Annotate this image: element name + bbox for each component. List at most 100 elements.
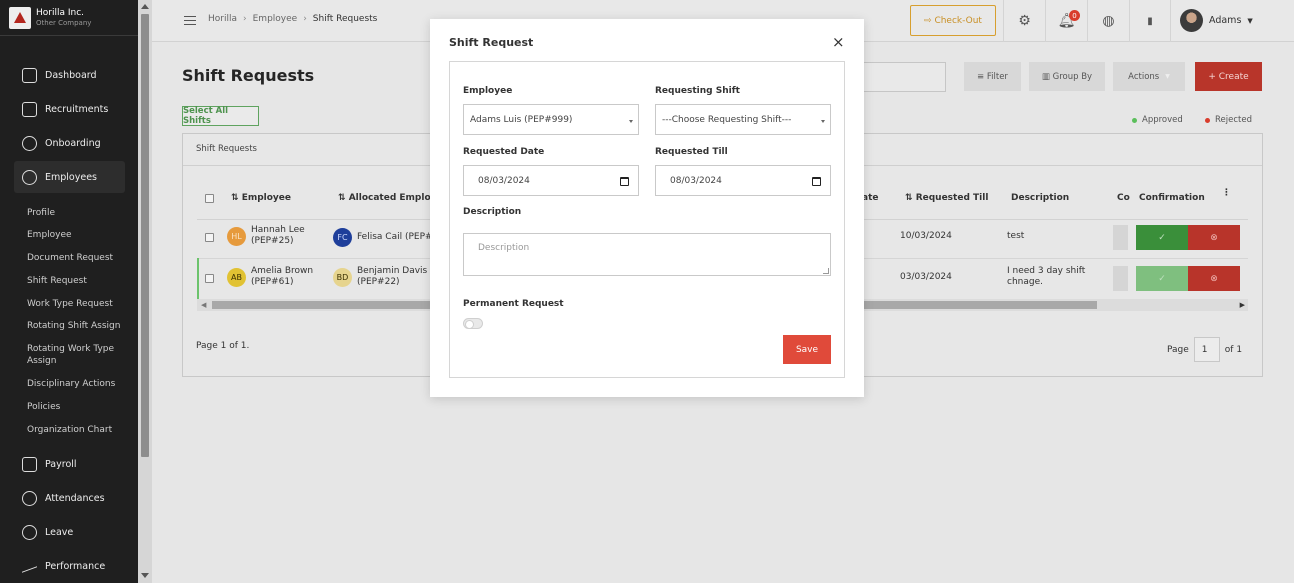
user-name: Adams [1209,15,1242,26]
column-confirmation[interactable]: Confirmation [1139,193,1205,203]
resize-handle-icon[interactable] [823,268,829,274]
more-options-icon[interactable]: ⋮ [1222,188,1231,198]
permanent-request-toggle[interactable] [463,318,483,329]
scroll-down-icon[interactable] [141,573,149,578]
close-icon[interactable]: × [832,35,845,50]
company-sub: Other Company [36,18,92,27]
language-button[interactable]: ◍ [1087,0,1129,42]
notifications-button[interactable]: 🔔︎ 0 [1045,0,1087,42]
sidebar-subitem-document-request[interactable]: Document Request [27,252,127,264]
employee-select[interactable]: Adams Luis (PEP#999) [463,104,639,135]
sidebar-item-onboarding[interactable]: Onboarding [14,127,125,159]
column-co[interactable]: Co [1117,193,1130,203]
building-icon: ▮ [1147,15,1153,27]
notification-badge: 0 [1069,10,1080,21]
sidebar-subitem-shift-request[interactable]: Shift Request [27,275,127,287]
scroll-left-icon[interactable]: ◀ [201,301,206,309]
description-textarea[interactable]: Description [463,233,831,276]
sidebar-item-employees[interactable]: Employees [14,161,125,193]
sidebar-item-leave[interactable]: Leave [14,516,125,548]
create-button[interactable]: + Create [1195,62,1262,91]
filter-button[interactable]: ≡ Filter [964,62,1021,91]
legend-approved[interactable]: Approved [1132,115,1183,125]
approve-button[interactable]: ✓ [1136,225,1188,250]
sidebar-subitem-organization-chart[interactable]: Organization Chart [27,424,127,436]
pagination-label: Page [1167,344,1189,355]
calendar-icon[interactable] [812,177,821,186]
column-date[interactable]: ate [862,193,878,203]
breadcrumb-separator: › [243,14,247,24]
group-by-button[interactable]: ▥ Group By [1029,62,1105,91]
page-number-input[interactable]: 1 [1193,337,1220,362]
sidebar-item-attendances[interactable]: Attendances [14,482,125,514]
company-logo-icon [9,6,31,29]
legend-rejected[interactable]: Rejected [1205,115,1252,125]
column-description[interactable]: Description [1011,193,1069,203]
sidebar-item-label: Payroll [45,458,77,470]
modal-title: Shift Request [449,36,534,49]
group-icon: ▥ [1041,71,1053,82]
company-button[interactable]: ▮ [1129,0,1171,42]
employee-name: Felisa Cail (PEP#9 [357,232,439,242]
panel-title: Shift Requests [196,144,257,154]
leave-icon [22,524,37,540]
sidebar-subitem-rotating-work-type-assign[interactable]: Rotating Work Type Assign [27,343,122,367]
row-checkbox[interactable] [205,233,214,242]
select-all-checkbox[interactable] [205,194,214,203]
calendar-icon[interactable] [620,177,629,186]
settings-button[interactable]: ⚙ [1003,0,1045,42]
actions-label: Actions [1128,71,1160,82]
caret-down-icon [821,120,825,123]
scroll-up-icon[interactable] [141,4,149,9]
requested-till-value: 08/03/2024 [670,175,722,186]
requested-date-label: Requested Date [463,147,545,157]
reject-button[interactable]: ⊗ [1188,266,1240,291]
permanent-request-label: Permanent Request [463,299,564,309]
column-employee[interactable]: ⇅ Employee [231,193,291,203]
employee-id: (PEP#25) [251,236,294,246]
scrollbar-thumb[interactable] [141,14,149,457]
breadcrumb-current: Shift Requests [312,14,378,24]
sidebar-scrollbar[interactable] [138,0,152,583]
save-button[interactable]: Save [783,335,831,364]
sidebar-item-payroll[interactable]: Payroll [14,448,125,480]
breadcrumb-item[interactable]: Horilla [208,14,237,24]
requested-till-input[interactable]: 08/03/2024 [655,165,831,196]
checkout-button[interactable]: ⇨ Check-Out [910,5,996,36]
allocated-employee-cell: BD Benjamin Davis (PEP#22) [333,266,427,288]
requested-date-value: 08/03/2024 [478,175,530,186]
select-all-shifts-button[interactable]: Select All Shifts [182,106,259,126]
co-cell [1113,266,1128,291]
employee-label: Employee [463,86,513,96]
scroll-right-icon[interactable]: ▶ [1240,301,1245,309]
row-checkbox[interactable] [205,274,214,283]
sidebar-subitem-policies[interactable]: Policies [27,401,127,413]
avatar: HL [227,226,246,246]
column-label: Allocated Employe [348,193,443,203]
column-allocated-employee[interactable]: ⇅ Allocated Employe [338,193,443,203]
wallet-icon [22,456,37,472]
employee-name: Benjamin Davis [357,266,428,276]
sidebar-subitem-disciplinary-actions[interactable]: Disciplinary Actions [27,378,127,390]
company-switcher[interactable]: Horilla Inc. Other Company [0,0,138,36]
actions-button[interactable]: Actions ▼ [1113,62,1185,91]
reject-button[interactable]: ⊗ [1188,225,1240,250]
sidebar-item-recruitments[interactable]: Recruitments [14,93,125,125]
employee-id: (PEP#61) [251,277,294,287]
requested-date-input[interactable]: 08/03/2024 [463,165,639,196]
breadcrumb-item[interactable]: Employee [253,14,298,24]
user-menu[interactable]: Adams ▼ [1180,9,1253,32]
sidebar-item-performance[interactable]: Performance [14,550,125,582]
menu-icon[interactable] [184,16,196,25]
requested-till-cell: 03/03/2024 [900,272,952,282]
clock-icon [22,490,37,506]
sidebar-subitem-rotating-shift-assign[interactable]: Rotating Shift Assign [27,320,127,332]
column-requested-till[interactable]: ⇅ Requested Till [905,193,988,203]
sidebar-item-dashboard[interactable]: Dashboard [14,59,125,91]
requesting-shift-select[interactable]: ---Choose Requesting Shift--- [655,104,831,135]
approve-button[interactable]: ✓ [1136,266,1188,291]
rocket-icon [22,135,37,151]
sidebar-subitem-profile[interactable]: Profile [27,207,127,219]
sidebar-subitem-employee[interactable]: Employee [27,229,127,241]
sidebar-subitem-work-type-request[interactable]: Work Type Request [27,298,127,310]
